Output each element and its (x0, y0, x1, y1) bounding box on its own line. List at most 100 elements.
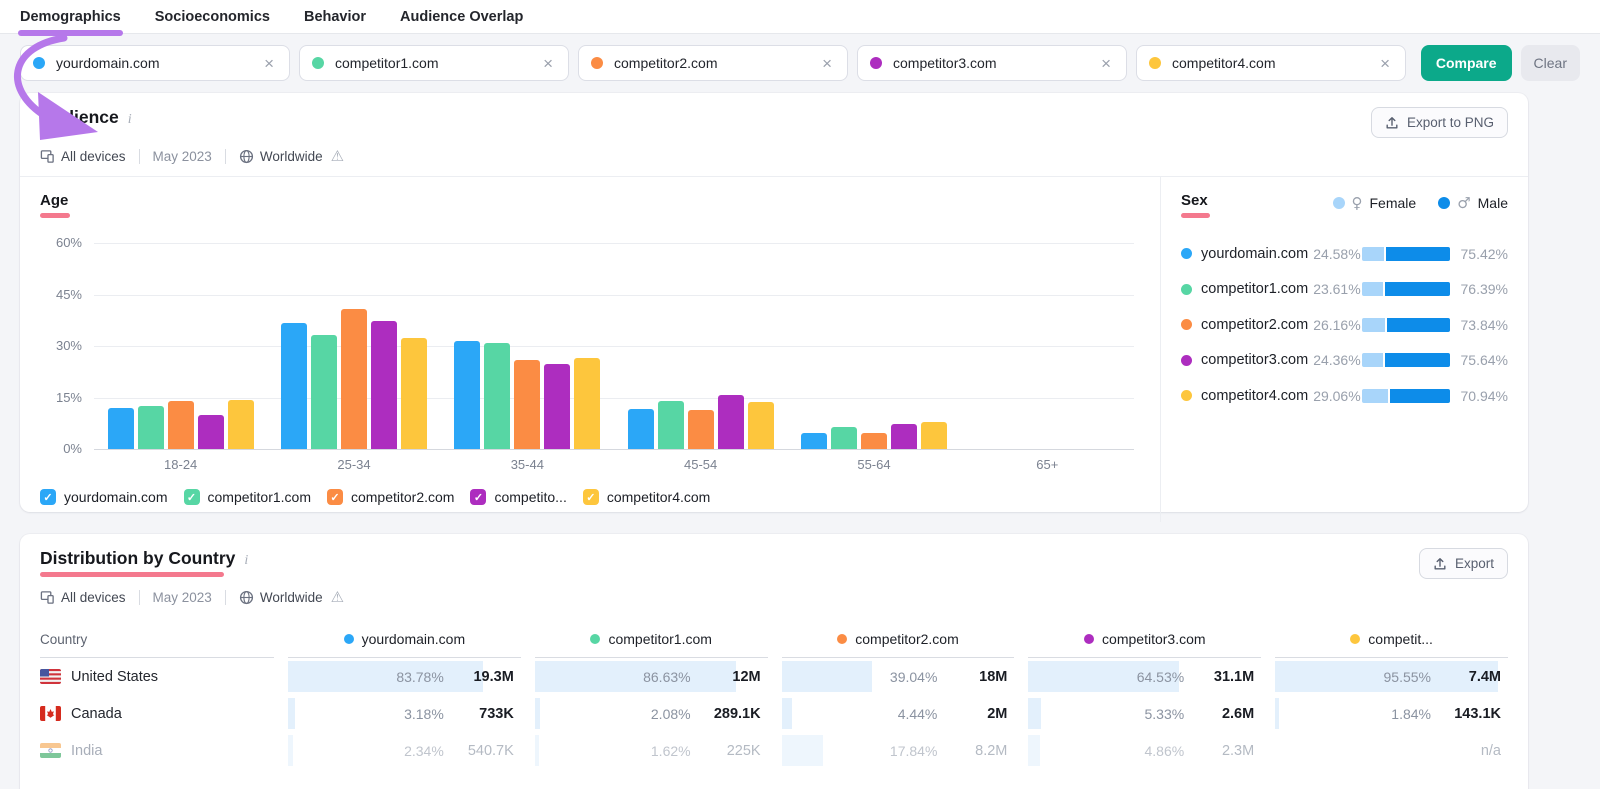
legend-checkbox[interactable]: ✓ (327, 489, 343, 505)
devices-icon (40, 149, 55, 164)
close-icon[interactable]: × (819, 53, 835, 74)
tab-socioeconomics[interactable]: Socioeconomics (155, 1, 270, 33)
tab-audience-overlap[interactable]: Audience Overlap (400, 1, 523, 33)
close-icon[interactable]: × (261, 53, 277, 74)
y-axis-tick: 45% (36, 287, 82, 302)
bar-competitor3.com (718, 395, 744, 449)
traffic-value: 289.1K (709, 706, 761, 722)
female-bar-segment (1362, 318, 1385, 332)
gridline (94, 449, 1134, 450)
traffic-value: 2.6M (1202, 706, 1254, 722)
sex-domain-name: competitor1.com (1201, 281, 1308, 297)
export-to-png-button[interactable]: Export to PNG (1371, 107, 1508, 138)
domain-color-dot (312, 57, 324, 69)
metric-cell: 5.33% 2.6M (1028, 695, 1261, 732)
domain-input-4[interactable]: competitor3.com× (857, 45, 1127, 81)
bar-competitor2.com (861, 433, 887, 450)
country-table-header: Countryyourdomain.comcompetitor1.comcomp… (40, 631, 1508, 658)
info-icon[interactable]: i (128, 112, 132, 128)
share-percent: 17.84% (890, 743, 937, 759)
male-bar-segment (1383, 282, 1450, 296)
bar-competitor2.com (168, 401, 194, 449)
metric-cell: 2.08% 289.1K (535, 695, 768, 732)
traffic-value: 18M (955, 669, 1007, 685)
x-axis-label: 45-54 (614, 457, 787, 472)
domain-input-5[interactable]: competitor4.com× (1136, 45, 1406, 81)
meta-divider (139, 590, 140, 605)
domain-color-dot (344, 634, 354, 644)
age-bar-group-45-54 (614, 243, 787, 449)
country-name: Canada (71, 706, 122, 722)
period-label: May 2023 (153, 149, 212, 164)
share-percent: 1.62% (651, 743, 691, 759)
traffic-value: 7.4M (1449, 669, 1501, 685)
metric-cell: 83.78%19.3M (288, 658, 521, 695)
share-percent: 2.34% (404, 743, 444, 759)
legend-label: competitor4.com (607, 489, 710, 505)
bar-competitor4.com (228, 400, 254, 449)
legend-checkbox[interactable]: ✓ (470, 489, 486, 505)
bar-competitor1.com (831, 427, 857, 449)
male-bar-segment (1384, 247, 1450, 261)
legend-item-competitor1.com[interactable]: ✓competitor1.com (184, 489, 311, 505)
female-bar-segment (1362, 282, 1383, 296)
table-row-us: United States83.78%19.3M86.63%12M39.04%1… (40, 658, 1508, 695)
ca-flag-icon (40, 706, 61, 721)
legend-checkbox[interactable]: ✓ (583, 489, 599, 505)
close-icon[interactable]: × (1098, 53, 1114, 74)
bar-yourdomain.com (281, 323, 307, 449)
share-percent: 2.08% (651, 706, 691, 722)
legend-checkbox[interactable]: ✓ (184, 489, 200, 505)
tab-behavior[interactable]: Behavior (304, 1, 366, 33)
meta-divider (225, 590, 226, 605)
legend-item-yourdomain.com[interactable]: ✓yourdomain.com (40, 489, 168, 505)
tab-demographics[interactable]: Demographics (20, 1, 121, 33)
warning-icon[interactable]: ⚠ (331, 588, 344, 606)
warning-icon[interactable]: ⚠ (331, 147, 344, 165)
traffic-value: 12M (709, 669, 761, 685)
export-label: Export (1455, 556, 1494, 571)
domain-input-2[interactable]: competitor1.com× (299, 45, 569, 81)
male-percent: 76.39% (1450, 281, 1508, 297)
close-icon[interactable]: × (1377, 53, 1393, 74)
legend-label: competitor2.com (351, 489, 454, 505)
bar-competitor3.com (891, 424, 917, 449)
domain-column-header-1: yourdomain.com (288, 631, 521, 658)
domain-color-dot (591, 57, 603, 69)
compare-button[interactable]: Compare (1421, 45, 1512, 81)
domain-color-dot (1350, 634, 1360, 644)
female-percent: 29.06% (1313, 388, 1360, 404)
domain-input-3[interactable]: competitor2.com× (578, 45, 848, 81)
region-label: Worldwide (260, 590, 323, 605)
traffic-value: 31.1M (1202, 669, 1254, 685)
sex-domain-name: competitor3.com (1201, 352, 1308, 368)
metric-cell: 4.44%2M (782, 695, 1015, 732)
meta-divider (225, 149, 226, 164)
country-cell: Canada (40, 706, 274, 722)
legend-checkbox[interactable]: ✓ (40, 489, 56, 505)
bar-competitor1.com (311, 335, 337, 449)
bar-competitor1.com (138, 406, 164, 449)
close-icon[interactable]: × (540, 53, 556, 74)
period-label: May 2023 (153, 590, 212, 605)
sex-row-competitor4.com: competitor4.com29.06%70.94% (1181, 378, 1508, 414)
metric-cell: 4.86%2.3M (1028, 732, 1261, 769)
male-bar-segment (1383, 353, 1450, 367)
domain-column-header-5: competit... (1275, 631, 1508, 658)
country-name: United States (71, 669, 158, 685)
x-axis-label: 25-34 (267, 457, 440, 472)
traffic-value: 733K (462, 706, 514, 722)
export-icon (1385, 116, 1399, 130)
clear-button[interactable]: Clear (1521, 45, 1580, 81)
legend-item-competitor4.com[interactable]: ✓ competitor4.com (583, 489, 710, 505)
legend-item-competitor3.com[interactable]: ✓competito... (470, 489, 566, 505)
filter-row: yourdomain.com×competitor1.com×competito… (20, 45, 1580, 81)
y-axis-tick: 15% (36, 390, 82, 405)
legend-item-competitor2.com[interactable]: ✓ competitor2.com (327, 489, 454, 505)
export-button[interactable]: Export (1419, 548, 1508, 579)
info-icon[interactable]: i (244, 553, 248, 569)
share-percent: 5.33% (1144, 706, 1184, 722)
domain-color-dot (590, 634, 600, 644)
share-percent: 95.55% (1384, 669, 1431, 685)
domain-input-1[interactable]: yourdomain.com× (20, 45, 290, 81)
